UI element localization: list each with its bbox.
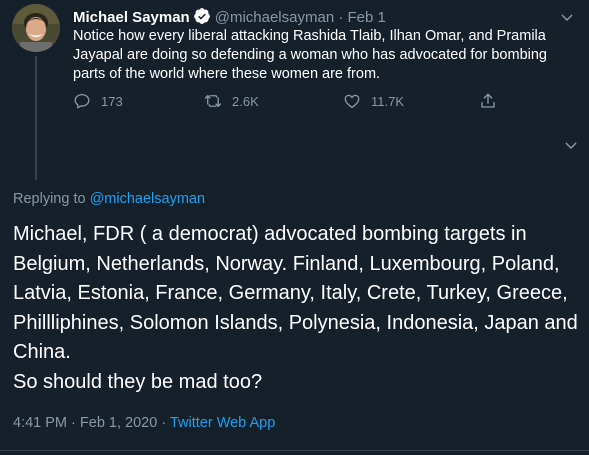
replying-to-handle-link[interactable]: @michaelsayman — [90, 191, 205, 207]
replying-prefix: Replying to — [13, 191, 86, 207]
tweet-source-link[interactable]: Twitter Web App — [170, 415, 275, 431]
main-tweet-text: Michael, FDR ( a democrat) advocated bom… — [13, 220, 583, 397]
main-tweet-text-paragraph: Michael, FDR ( a democrat) advocated bom… — [13, 223, 578, 363]
share-button[interactable] — [479, 90, 507, 112]
retweet-button[interactable]: 2.6K — [204, 90, 259, 112]
display-name[interactable]: Michael Sayman — [73, 9, 190, 26]
tweet-thread-page: Michael Sayman @michaelsayman · Feb 1 Not… — [0, 0, 589, 455]
like-count: 11.7K — [371, 93, 405, 109]
reply-count: 173 — [101, 93, 123, 109]
retweet-icon — [204, 95, 222, 107]
avatar-image — [12, 4, 60, 52]
share-icon — [481, 93, 495, 108]
handle[interactable]: @michaelsayman — [215, 9, 334, 26]
retweet-count: 2.6K — [232, 93, 259, 109]
replying-to-label: Replying to @michaelsayman — [13, 191, 205, 207]
reply-icon — [74, 93, 90, 109]
avatar[interactable] — [12, 4, 60, 52]
parent-tweet[interactable]: Michael Sayman @michaelsayman · Feb 1 Not… — [0, 0, 589, 180]
meta-separator: · — [71, 415, 76, 431]
divider — [0, 450, 589, 451]
like-button[interactable]: 11.7K — [343, 90, 404, 112]
heart-icon — [344, 94, 360, 109]
tweet-time-full[interactable]: 4:41 PM — [13, 415, 67, 431]
thread-connector-line — [35, 56, 37, 180]
tweet-meta: 4:41 PM · Feb 1, 2020 · Twitter Web App — [13, 415, 275, 431]
parent-tweet-text: Notice how every liberal attacking Rashi… — [73, 28, 547, 82]
time-separator: · — [338, 9, 344, 26]
main-tweet-text-question: So should they be mad too? — [13, 370, 263, 393]
reply-button[interactable]: 173 — [73, 90, 123, 112]
chevron-down-icon[interactable] — [559, 10, 575, 26]
parent-tweet-header: Michael Sayman @michaelsayman · Feb 1 — [73, 7, 386, 28]
tweet-actions: 173 2.6K 11.7K — [73, 90, 513, 114]
verified-badge-icon — [193, 8, 210, 24]
tweet-date[interactable]: Feb 1, 2020 — [80, 415, 157, 431]
source-separator: · — [161, 415, 167, 431]
tweet-time[interactable]: Feb 1 — [348, 9, 386, 26]
chevron-down-icon[interactable] — [563, 138, 579, 154]
